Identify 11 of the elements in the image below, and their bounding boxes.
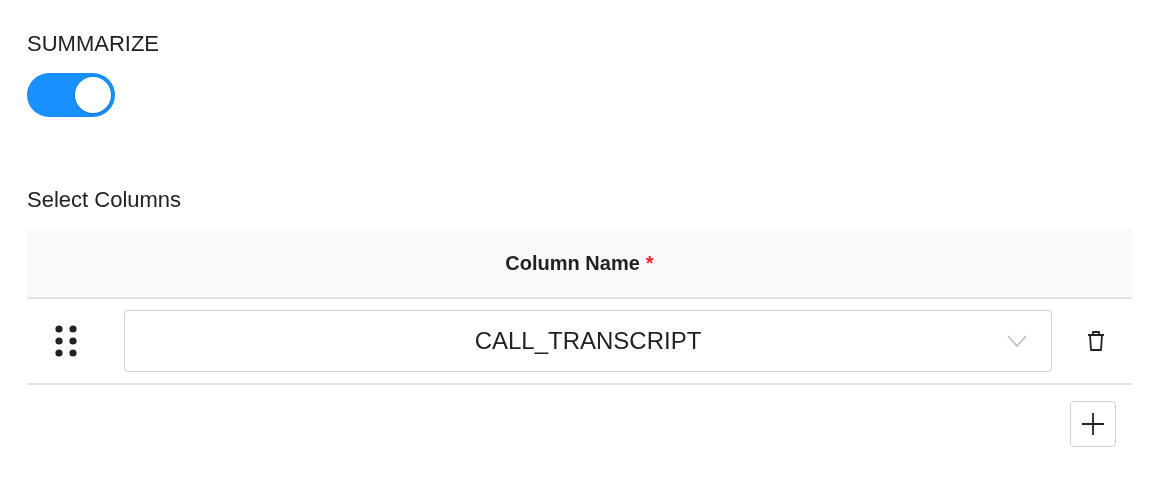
plus-icon	[1081, 412, 1105, 436]
add-button[interactable]	[1070, 401, 1116, 447]
summarize-toggle[interactable]	[27, 73, 115, 117]
drag-handle-icon[interactable]	[55, 325, 77, 357]
caret-icon	[1007, 335, 1027, 347]
trash-icon[interactable]	[1086, 330, 1106, 352]
section-label: SUMMARIZE	[27, 31, 159, 57]
column-select[interactable]: CALL_TRANSCRIPT	[124, 310, 1052, 372]
section-label: Select Columns	[27, 187, 182, 213]
column-header: Column Name	[505, 251, 640, 275]
required-mark: *	[645, 251, 654, 275]
